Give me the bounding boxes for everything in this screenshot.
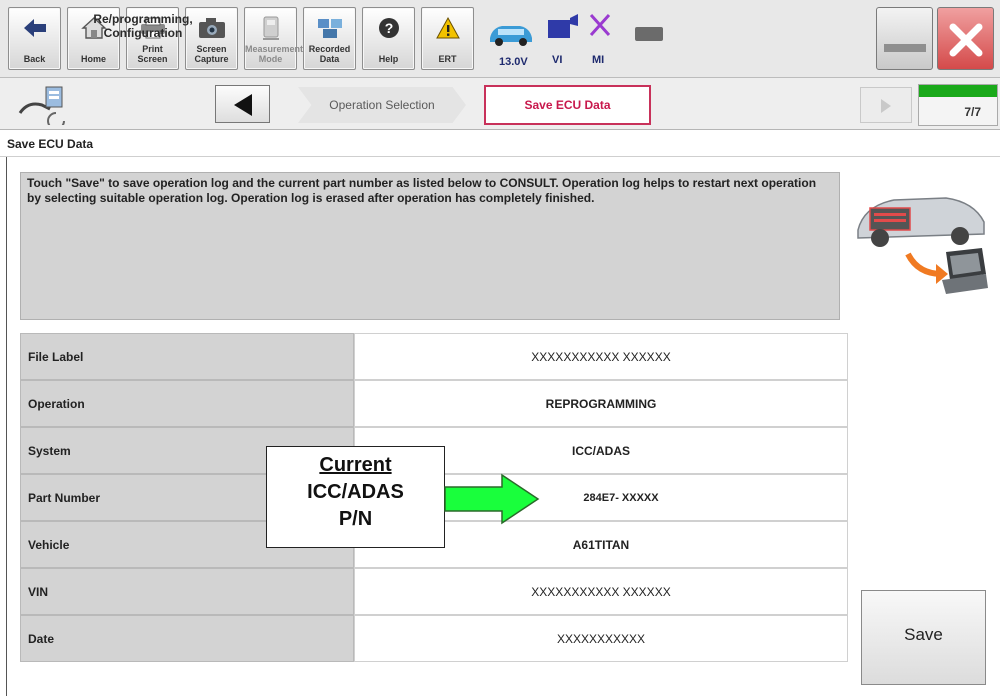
next-step-button[interactable] xyxy=(860,87,912,123)
recorded-data-button[interactable]: Recorded Data xyxy=(303,7,356,70)
measurement-icon xyxy=(245,14,296,42)
measurement-mode-button[interactable]: Measurement Mode xyxy=(244,7,304,70)
row-value-date: XXXXXXXXXXX xyxy=(354,615,848,662)
callout-line-1: Current xyxy=(319,454,392,476)
breadcrumb-section-title: Re/programming, Configuration xyxy=(93,12,193,40)
callout-arrow-icon xyxy=(444,473,540,530)
print-screen-label: Print Screen xyxy=(137,44,168,64)
back-arrow-icon xyxy=(9,14,60,42)
minimize-icon xyxy=(884,44,926,52)
breadcrumb-operation-selection[interactable]: Operation Selection xyxy=(298,87,466,123)
back-button[interactable]: Back xyxy=(8,7,61,70)
connection-status-icon xyxy=(634,25,666,48)
ert-button[interactable]: ERT xyxy=(421,7,474,70)
previous-step-button[interactable] xyxy=(215,85,270,123)
help-button[interactable]: ? Help xyxy=(362,7,415,70)
row-label-date: Date xyxy=(20,615,354,662)
progress-text: 7/7 xyxy=(964,105,981,119)
mi-x-icon xyxy=(588,12,612,43)
measurement-mode-label: Measurement Mode xyxy=(245,44,304,64)
ert-label: ERT xyxy=(438,54,457,64)
table-row: Operation REPROGRAMMING xyxy=(20,380,848,427)
help-label: Help xyxy=(378,54,399,64)
screen-capture-label: Screen Capture xyxy=(194,44,229,64)
row-value-operation: REPROGRAMMING xyxy=(354,380,848,427)
table-row: File Label XXXXXXXXXXX XXXXXX xyxy=(20,333,848,380)
back-button-label: Back xyxy=(23,54,46,64)
save-button[interactable]: Save xyxy=(861,590,986,685)
part-number-callout: Current ICC/ADAS P/N xyxy=(266,446,445,548)
minimize-button[interactable] xyxy=(876,7,933,70)
mi-label: MI xyxy=(592,54,605,66)
progress-fill xyxy=(919,85,997,97)
vehicle-to-laptop-illustration xyxy=(850,178,990,303)
breadcrumb-save-ecu-data: Save ECU Data xyxy=(484,85,651,125)
row-label-operation: Operation xyxy=(20,380,354,427)
close-icon xyxy=(949,23,983,57)
row-value-file-label: XXXXXXXXXXX XXXXXX xyxy=(354,333,848,380)
vi-icon xyxy=(545,12,579,51)
help-icon: ? xyxy=(363,14,414,42)
svg-text:?: ? xyxy=(384,20,393,36)
instructions-text: Touch "Save" to save operation log and t… xyxy=(20,172,840,320)
table-row: VIN XXXXXXXXXXX XXXXXX xyxy=(20,568,848,615)
recorded-data-label: Recorded Data xyxy=(308,44,351,64)
warning-icon xyxy=(422,14,473,42)
content-frame-edge xyxy=(6,157,7,696)
row-value-vin: XXXXXXXXXXX XXXXXX xyxy=(354,568,848,615)
reprogramming-icon xyxy=(16,83,72,130)
row-label-vin: VIN xyxy=(20,568,354,615)
table-row: Date XXXXXXXXXXX xyxy=(20,615,848,662)
part-number-text: 284E7- XXXXX xyxy=(583,491,659,504)
car-battery-icon xyxy=(486,18,536,53)
callout-line-2: ICC/ADAS xyxy=(307,481,404,503)
recorded-data-icon xyxy=(304,14,355,42)
close-button[interactable] xyxy=(937,7,994,70)
row-label-file-label: File Label xyxy=(20,333,354,380)
callout-line-3: P/N xyxy=(338,508,373,530)
vi-label: VI xyxy=(552,54,563,66)
home-button-label: Home xyxy=(80,54,106,64)
page-title: Save ECU Data xyxy=(0,130,1000,157)
battery-voltage: 13.0V xyxy=(499,56,528,68)
next-arrow-icon xyxy=(881,99,891,113)
step-progress: 7/7 xyxy=(918,84,998,126)
previous-arrow-icon xyxy=(234,94,252,116)
